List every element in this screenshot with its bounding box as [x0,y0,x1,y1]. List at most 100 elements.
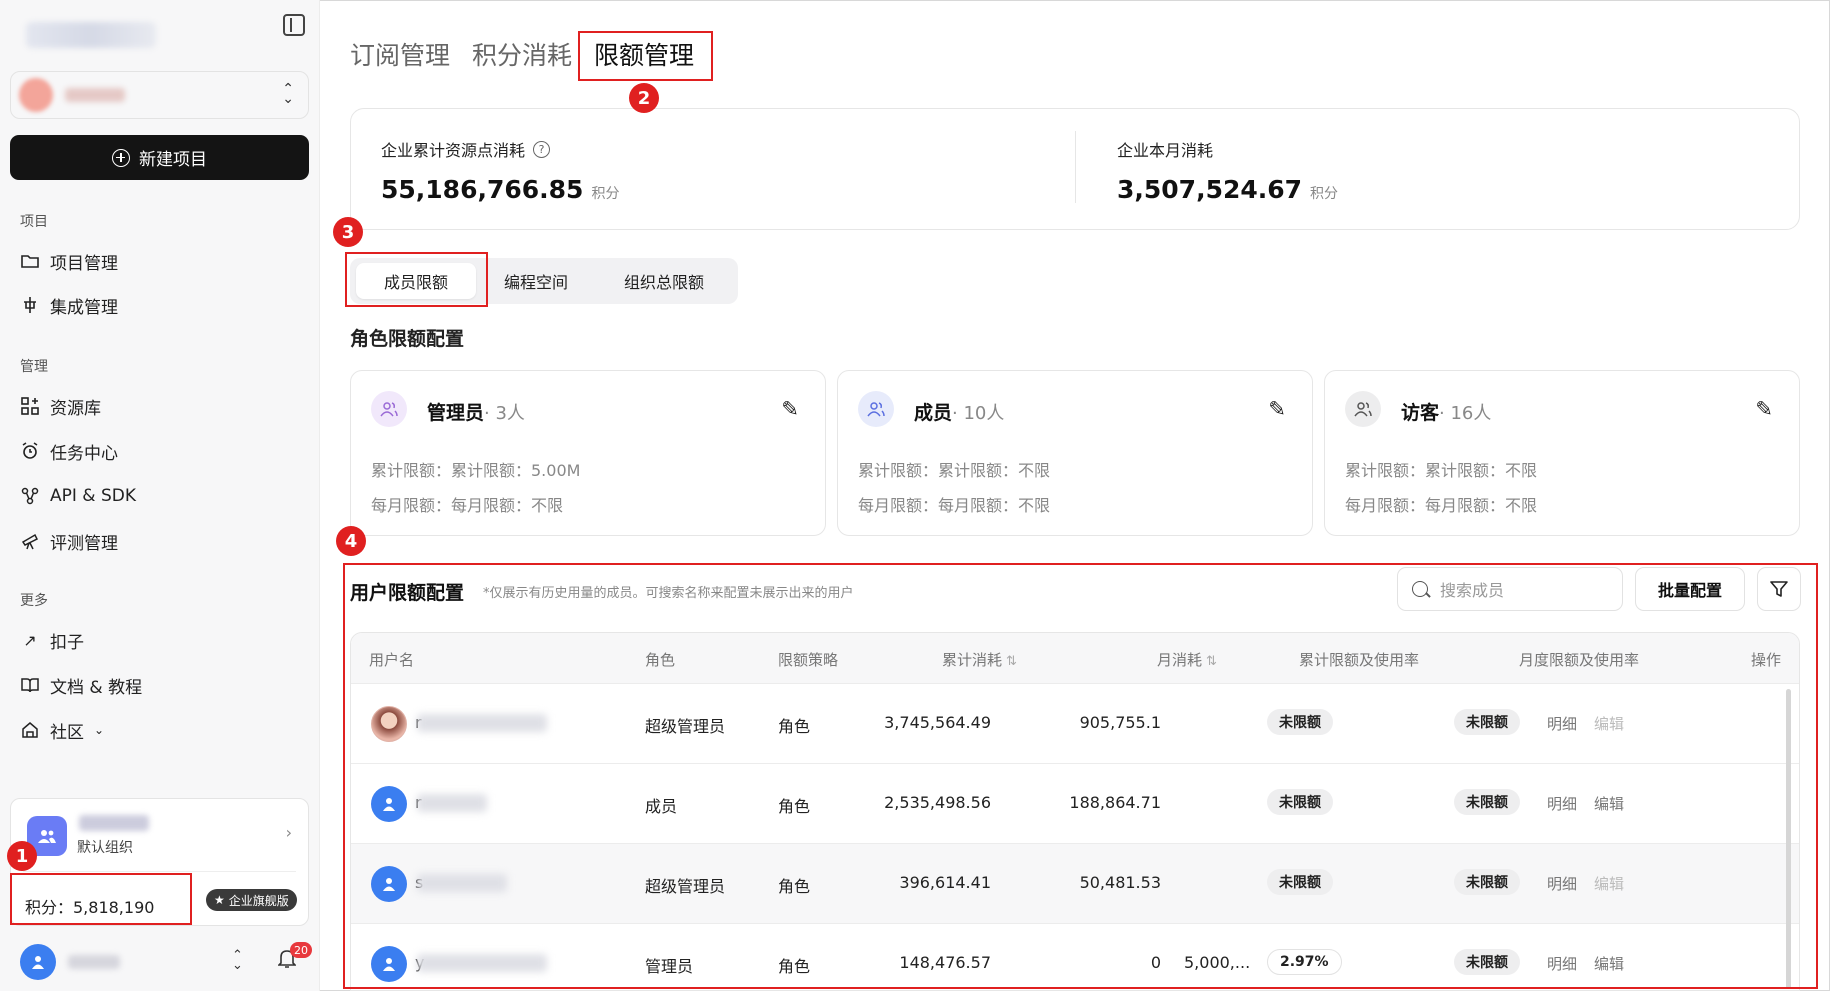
help-icon[interactable]: ? [533,140,551,158]
telescope-icon [20,531,40,551]
role-quota-title: 角色限额配置 [350,328,465,350]
sidebar-item-community[interactable]: 社区 ⌄ [20,717,104,743]
sidebar-item-label: 扣子 [50,632,84,653]
role-monthly-quota: 每月限额：每月限额：不限 [1345,496,1538,515]
folder-icon [20,251,40,271]
sidebar-item-label: 任务中心 [50,443,118,464]
divider [23,871,296,872]
section-label-more: 更多 [20,593,48,609]
divider [1075,131,1076,203]
users-icon [1345,391,1381,427]
unit-label: 积分 [591,186,620,202]
role-monthly-quota: 每月限额：每月限额：不限 [371,496,564,515]
role-name-text: 成员 [914,402,953,424]
role-name-text: 访客 [1401,402,1440,424]
annotation-number-2: 2 [629,83,659,113]
sidebar-item-kouzi[interactable]: ↗ 扣子 [20,627,84,653]
edit-pencil-icon[interactable]: ✎ [1268,397,1286,421]
alarm-clock-icon [20,441,40,461]
annotation-number-4: 4 [336,526,366,556]
sidebar-header [10,10,310,60]
role-name: 管理员· 3人 [427,398,525,425]
role-card-admin: 管理员· 3人 ✎ 累计限额：累计限额：5.00M 每月限额：每月限额：不限 [350,370,826,536]
annotation-number-3: 3 [333,217,363,247]
month-consumption-stat: 企业本月消耗 3,507,524.67 积分 [1117,137,1338,204]
logo [26,22,156,48]
enterprise-badge: ★ 企业旗舰版 [206,889,297,911]
users-icon [858,391,894,427]
grid-plus-icon [20,396,40,416]
sidebar-item-label: 资源库 [50,398,101,419]
sidebar-item-label: 社区 [50,722,84,743]
users-icon [371,391,407,427]
annotation-box-2 [578,31,713,81]
role-count: · 3人 [484,403,525,424]
chevron-updown-icon: ⌃ ⌄ [282,81,294,107]
annotation-box-1 [10,873,192,925]
section-label-manage: 管理 [20,359,48,375]
new-project-label: 新建项目 [139,150,207,170]
sidebar-item-project-management[interactable]: 项目管理 [20,248,118,274]
enterprise-badge-label: 企业旗舰版 [228,893,289,908]
tab-org-total-quota[interactable]: 组织总限额 [596,263,732,299]
chevron-right-icon: › [285,823,292,842]
workspace-name [65,88,125,102]
sidebar-item-api-sdk[interactable]: API & SDK [20,483,136,509]
total-consumption-label-text: 企业累计资源点消耗 [381,141,526,160]
role-monthly-quota: 每月限额：每月限额：不限 [858,496,1051,515]
sidebar-toggle-icon[interactable] [283,14,305,36]
sidebar-item-label: API & SDK [50,486,136,506]
sidebar-item-integration[interactable]: 集成管理 [20,292,118,318]
role-count: · 10人 [952,403,1005,424]
role-name: 访客· 16人 [1401,398,1491,425]
plus-circle-icon [112,148,130,167]
book-icon [20,675,40,695]
tab-subscription[interactable]: 订阅管理 [350,36,450,72]
role-card-guest: 访客· 16人 ✎ 累计限额：累计限额：不限 每月限额：每月限额：不限 [1324,370,1800,536]
edit-pencil-icon[interactable]: ✎ [781,397,799,421]
role-total-quota: 累计限额：累计限额：不限 [858,461,1051,480]
role-total-quota: 累计限额：累计限额：不限 [1345,461,1538,480]
org-subtitle: 默认组织 [77,840,133,856]
total-consumption-label: 企业累计资源点消耗 ? [381,137,619,161]
total-consumption-stat: 企业累计资源点消耗 ? 55,186,766.85 积分 [381,137,619,204]
annotation-number-1: 1 [7,841,37,871]
user-account-row[interactable]: ⌃ ⌄ 20 [18,942,312,980]
tab-coding-space[interactable]: 编程空间 [476,263,596,299]
consumption-summary-card: 企业累计资源点消耗 ? 55,186,766.85 积分 企业本月消耗 3,507… [350,108,1800,230]
sidebar-item-label: 文档 & 教程 [50,677,143,698]
star-icon: ★ [214,893,225,907]
workspace-avatar [19,78,53,112]
total-consumption-value: 55,186,766.85 积分 [381,175,619,204]
user-avatar-icon [20,944,56,980]
api-nodes-icon [20,486,40,506]
sidebar-item-docs[interactable]: 文档 & 教程 [20,672,142,698]
edit-pencil-icon[interactable]: ✎ [1755,397,1773,421]
notification-count-badge: 20 [290,942,312,958]
new-project-button[interactable]: 新建项目 [10,135,309,180]
role-card-member: 成员· 10人 ✎ 累计限额：累计限额：不限 每月限额：每月限额：不限 [837,370,1313,536]
sidebar-item-evaluation[interactable]: 评测管理 [20,528,118,554]
sidebar-item-label: 评测管理 [50,533,118,554]
annotation-box-3 [345,252,488,307]
sidebar-item-label: 集成管理 [50,297,118,318]
community-icon [20,720,40,740]
chevron-down-icon: ⌄ [94,723,105,737]
role-name: 成员· 10人 [914,398,1004,425]
month-consumption-number: 3,507,524.67 [1117,175,1303,204]
unit-label: 积分 [1310,186,1339,202]
month-consumption-label: 企业本月消耗 [1117,141,1214,160]
tab-points-consumption[interactable]: 积分消耗 [472,36,572,72]
org-name [79,815,149,831]
sidebar-item-resources[interactable]: 资源库 [20,393,101,419]
sidebar-item-label: 项目管理 [50,253,118,274]
total-consumption-number: 55,186,766.85 [381,175,584,204]
sidebar-item-task-center[interactable]: 任务中心 [20,438,118,464]
integration-icon [20,295,40,315]
workspace-selector[interactable]: ⌃ ⌄ [10,71,309,119]
role-total-quota: 累计限额：累计限额：5.00M [371,461,581,480]
role-count: · 16人 [1439,403,1492,424]
arrow-up-right-icon: ↗ [23,630,37,650]
annotation-box-4 [343,563,1818,989]
chevron-updown-icon[interactable]: ⌃ ⌄ [232,949,243,972]
